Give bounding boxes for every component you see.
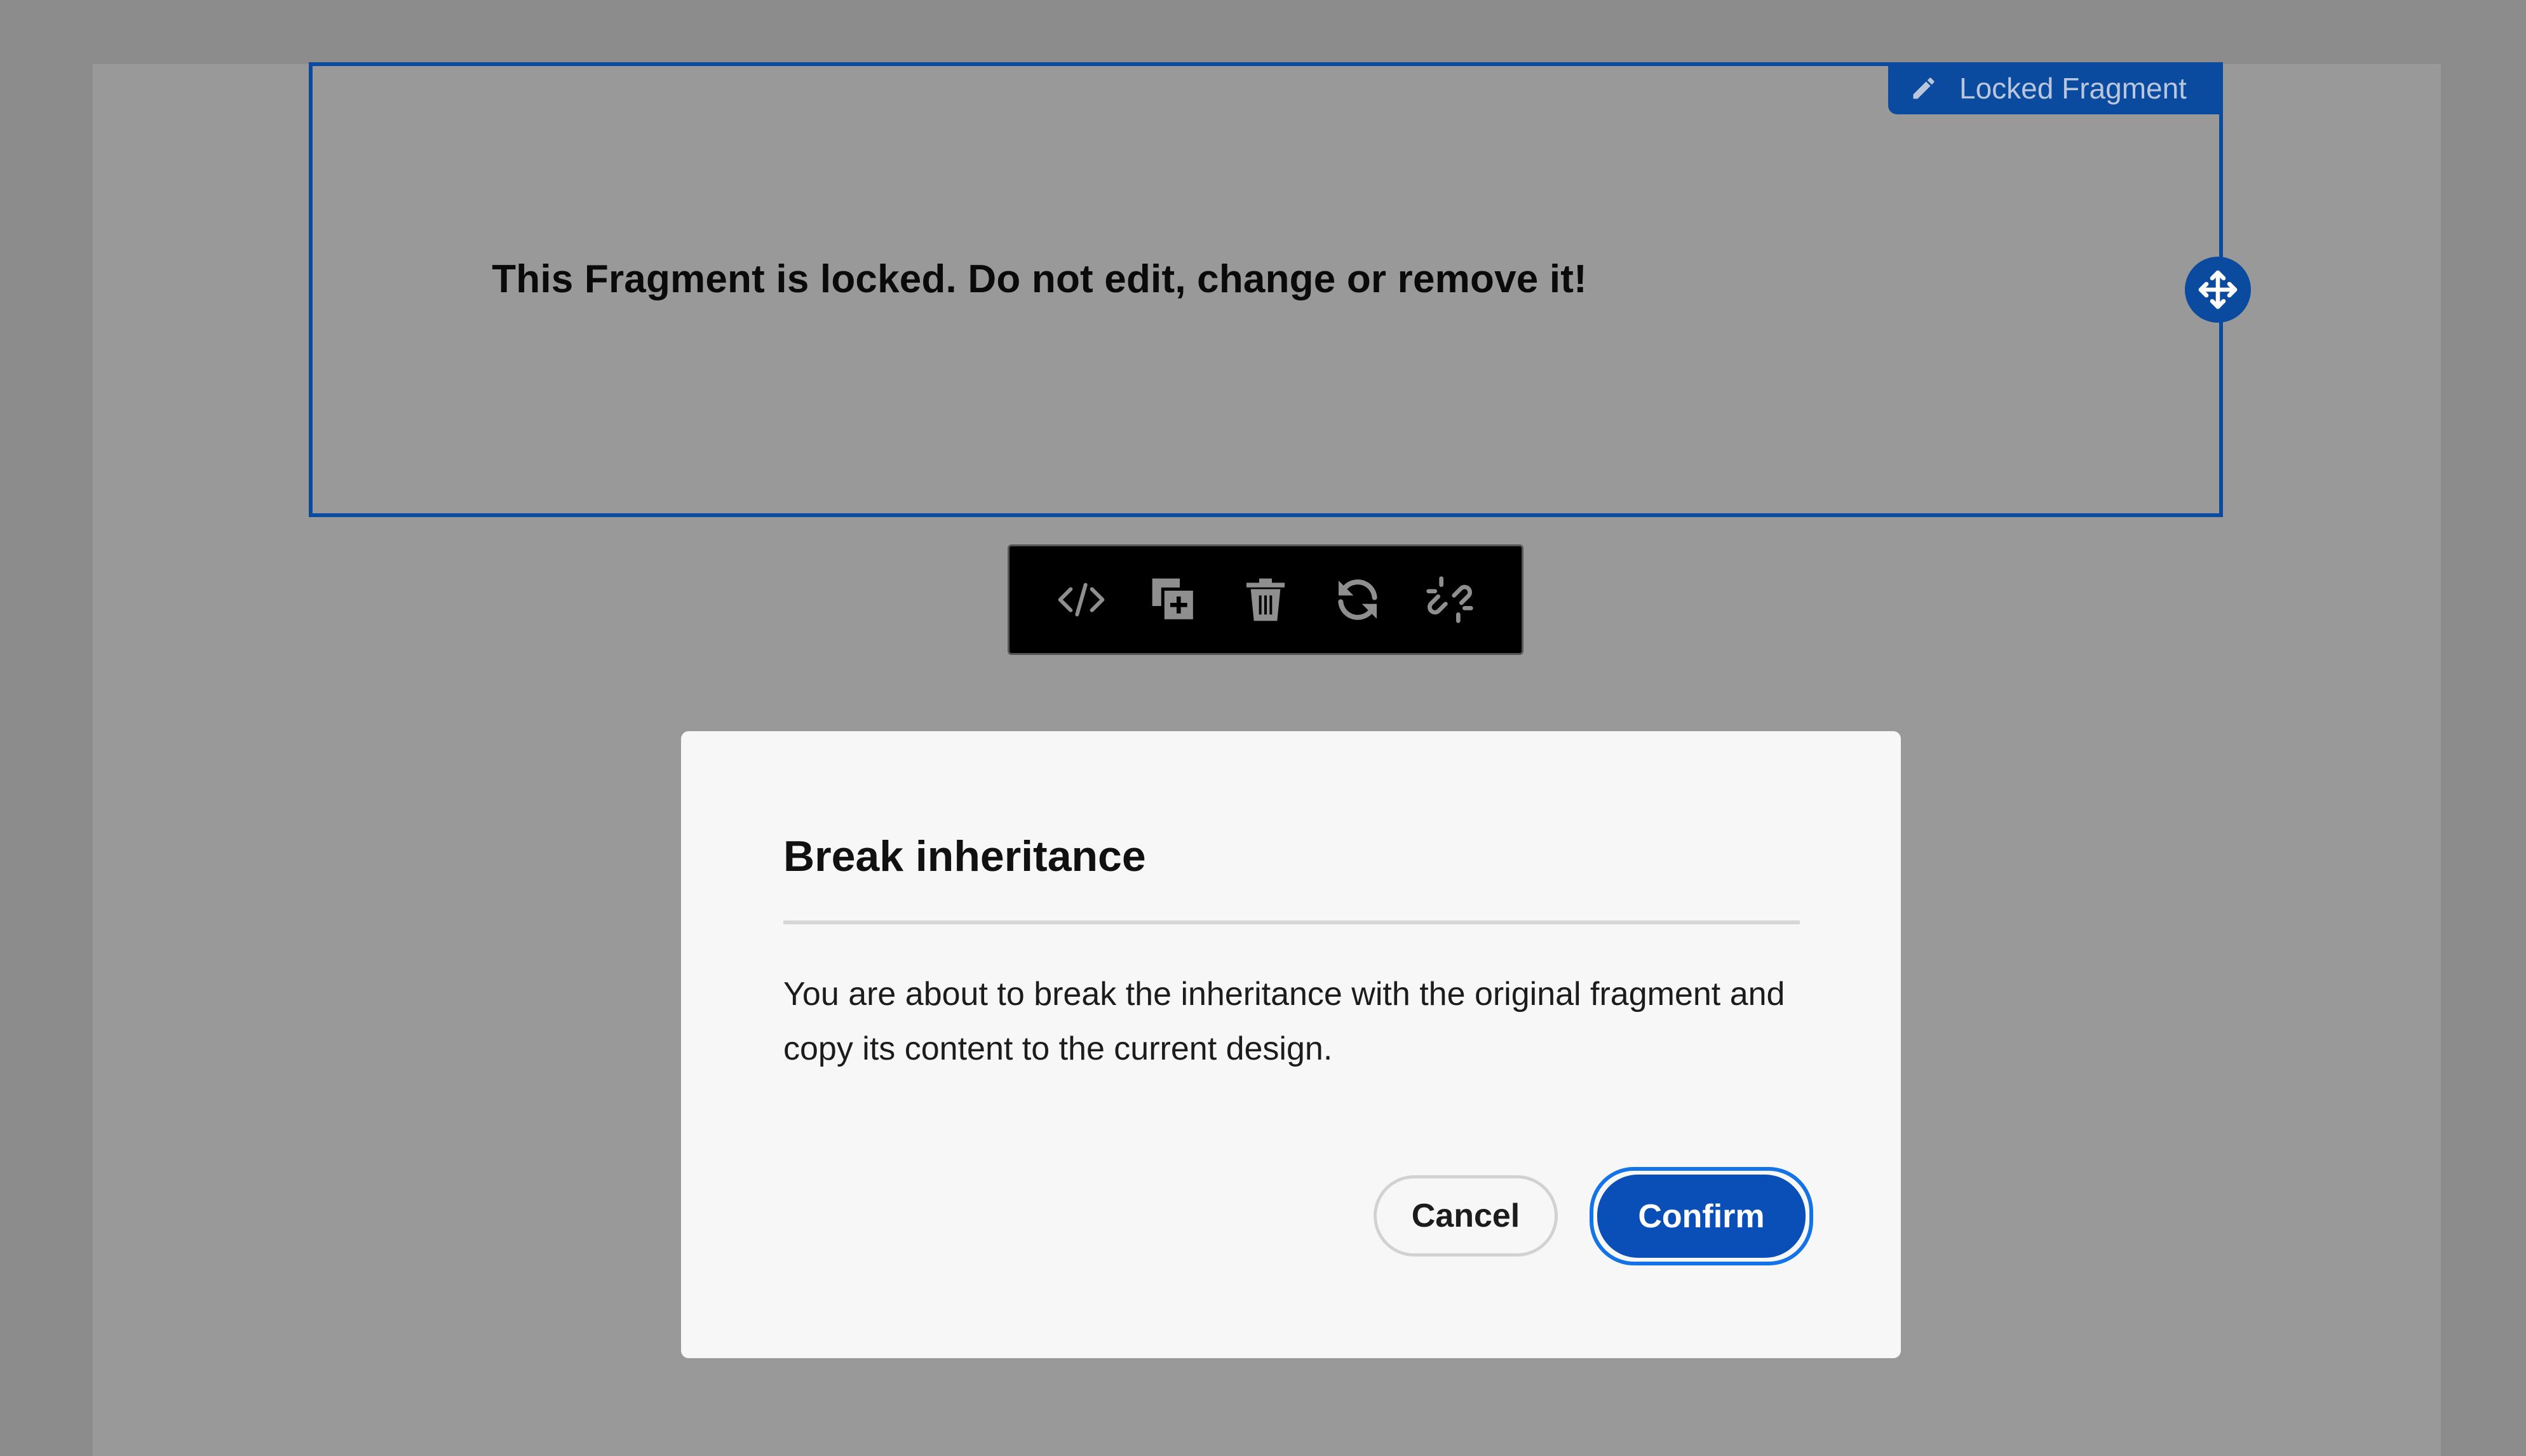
dialog-body: You are about to break the inheritance w…	[783, 976, 1785, 1067]
dialog-divider	[783, 920, 1800, 924]
cancel-button[interactable]: Cancel	[1374, 1175, 1558, 1257]
refresh-icon[interactable]	[1323, 565, 1393, 635]
unlink-icon[interactable]	[1415, 565, 1485, 635]
dialog-title: Break inheritance	[783, 832, 1146, 880]
confirm-button[interactable]: Confirm	[1590, 1167, 1813, 1265]
locked-fragment-tag[interactable]: Locked Fragment	[1888, 62, 2223, 114]
pencil-icon	[1910, 74, 1938, 102]
fragment-toolbar	[1008, 544, 1523, 655]
duplicate-icon[interactable]	[1138, 565, 1208, 635]
fragment-message: This Fragment is locked. Do not edit, ch…	[492, 257, 1587, 301]
break-inheritance-dialog: Break inheritance You are about to break…	[681, 731, 1901, 1358]
locked-fragment-tag-label: Locked Fragment	[1959, 72, 2187, 105]
confirm-button-label: Confirm	[1597, 1175, 1806, 1258]
move-icon[interactable]	[2185, 257, 2251, 323]
code-icon[interactable]	[1046, 565, 1116, 635]
trash-icon[interactable]	[1231, 565, 1300, 635]
